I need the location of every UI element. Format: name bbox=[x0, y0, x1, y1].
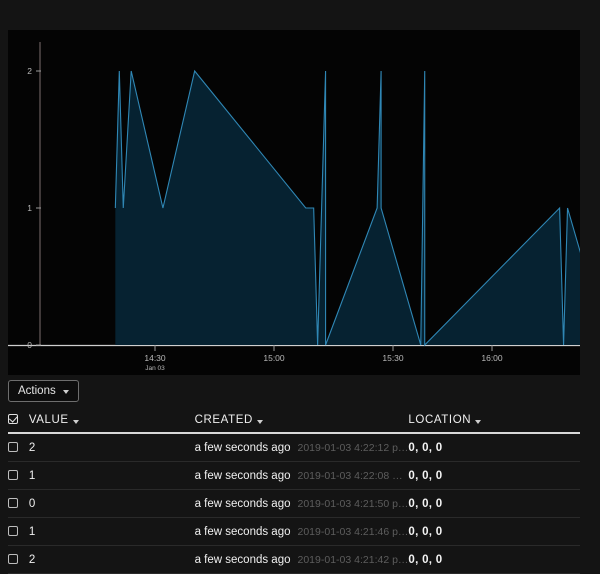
relative-timestamp: a few seconds ago bbox=[195, 470, 291, 482]
cell-value: 1 bbox=[29, 518, 195, 546]
table-row[interactable]: 2 a few seconds ago 2019-01-03 4:22:12 p…0… bbox=[8, 433, 580, 462]
cell-value: 2 bbox=[29, 433, 195, 462]
created-cell-wrap: a few seconds ago 2019-01-03 4:21:46 p… bbox=[195, 526, 409, 538]
row-select-cell[interactable] bbox=[8, 518, 29, 546]
column-header-value[interactable]: VALUE bbox=[29, 410, 195, 433]
location-text: 0, 0, 0 bbox=[408, 554, 442, 566]
row-select-checkbox[interactable] bbox=[8, 554, 18, 564]
x-tick-label-1530: 15:30 bbox=[382, 353, 404, 363]
value-text: 2 bbox=[29, 554, 35, 566]
created-cell-wrap: a few seconds ago 2019-01-03 4:21:50 p… bbox=[195, 498, 409, 510]
table-row[interactable]: 1 a few seconds ago 2019-01-03 4:22:08 … 0,… bbox=[8, 462, 580, 490]
sort-caret-icon[interactable] bbox=[257, 420, 263, 424]
absolute-timestamp: 2019-01-03 4:21:50 p… bbox=[298, 498, 409, 510]
x-tick-label-1600: 16:00 bbox=[481, 353, 503, 363]
created-cell-wrap: a few seconds ago 2019-01-03 4:22:08 … bbox=[195, 470, 409, 482]
row-select-cell[interactable] bbox=[8, 490, 29, 518]
absolute-timestamp: 2019-01-03 4:22:12 p… bbox=[298, 442, 409, 454]
events-table: VALUE CREATED LOCATION 2 a few seconds ag… bbox=[8, 410, 580, 574]
value-text: 1 bbox=[29, 470, 35, 482]
cell-created: a few seconds ago 2019-01-03 4:22:12 p… bbox=[195, 433, 409, 462]
sort-caret-icon[interactable] bbox=[73, 420, 79, 424]
relative-timestamp: a few seconds ago bbox=[195, 442, 291, 454]
x-tick-label-1500: 15:00 bbox=[263, 353, 285, 363]
cell-location: 0, 0, 0 bbox=[408, 490, 580, 518]
table-row[interactable]: 0 a few seconds ago 2019-01-03 4:21:50 p…0… bbox=[8, 490, 580, 518]
actions-button-label: Actions bbox=[18, 380, 56, 402]
chevron-down-icon bbox=[63, 390, 69, 394]
created-cell-wrap: a few seconds ago 2019-01-03 4:22:12 p… bbox=[195, 442, 409, 454]
row-select-cell[interactable] bbox=[8, 546, 29, 574]
column-header-created[interactable]: CREATED bbox=[195, 410, 409, 433]
y-tick-label-1: 1 bbox=[27, 203, 32, 213]
timeseries-chart-panel[interactable]: 2 1 0 14:30 Jan 03 15:00 15:30 16:00 bbox=[8, 30, 580, 375]
cell-value: 0 bbox=[29, 490, 195, 518]
created-cell-wrap: a few seconds ago 2019-01-03 4:21:42 p… bbox=[195, 554, 409, 566]
select-all-header[interactable] bbox=[8, 410, 29, 433]
location-text: 0, 0, 0 bbox=[408, 470, 442, 482]
table-row[interactable]: 1 a few seconds ago 2019-01-03 4:21:46 p…0… bbox=[8, 518, 580, 546]
relative-timestamp: a few seconds ago bbox=[195, 526, 291, 538]
cell-created: a few seconds ago 2019-01-03 4:21:50 p… bbox=[195, 490, 409, 518]
location-text: 0, 0, 0 bbox=[408, 442, 442, 454]
actions-button[interactable]: Actions bbox=[8, 380, 79, 402]
table-header: VALUE CREATED LOCATION bbox=[8, 410, 580, 433]
row-select-checkbox[interactable] bbox=[8, 498, 18, 508]
relative-timestamp: a few seconds ago bbox=[195, 498, 291, 510]
location-text: 0, 0, 0 bbox=[408, 526, 442, 538]
row-select-cell[interactable] bbox=[8, 433, 29, 462]
cell-location: 0, 0, 0 bbox=[408, 433, 580, 462]
y-tick-label-2: 2 bbox=[27, 66, 32, 76]
absolute-timestamp: 2019-01-03 4:21:46 p… bbox=[298, 526, 409, 538]
row-select-checkbox[interactable] bbox=[8, 470, 18, 480]
y-tick-label-0: 0 bbox=[27, 340, 32, 350]
table-header-row: VALUE CREATED LOCATION bbox=[8, 410, 580, 433]
table-body: 2a few seconds ago2019-01-03 4:22:12 p…0… bbox=[8, 433, 580, 574]
cell-value: 2 bbox=[29, 546, 195, 574]
value-text: 2 bbox=[29, 442, 35, 454]
sort-caret-icon[interactable] bbox=[475, 420, 481, 424]
timeseries-chart[interactable]: 2 1 0 14:30 Jan 03 15:00 15:30 16:00 bbox=[8, 30, 580, 375]
app-window: 2 1 0 14:30 Jan 03 15:00 15:30 16:00 Act… bbox=[0, 0, 600, 574]
x-tick-label-1430: 14:30 bbox=[144, 353, 166, 363]
column-header-value-label: VALUE bbox=[29, 414, 69, 426]
cell-location: 0, 0, 0 bbox=[408, 518, 580, 546]
cell-created: a few seconds ago 2019-01-03 4:21:42 p… bbox=[195, 546, 409, 574]
table-row[interactable]: 2 a few seconds ago 2019-01-03 4:21:42 p…0… bbox=[8, 546, 580, 574]
column-header-location[interactable]: LOCATION bbox=[408, 410, 580, 433]
cell-created: a few seconds ago 2019-01-03 4:21:46 p… bbox=[195, 518, 409, 546]
value-text: 1 bbox=[29, 526, 35, 538]
select-all-checkbox[interactable] bbox=[8, 414, 18, 424]
absolute-timestamp: 2019-01-03 4:22:08 … bbox=[298, 470, 403, 482]
row-select-checkbox[interactable] bbox=[8, 442, 18, 452]
relative-timestamp: a few seconds ago bbox=[195, 554, 291, 566]
value-text: 0 bbox=[29, 498, 35, 510]
cell-created: a few seconds ago 2019-01-03 4:22:08 … bbox=[195, 462, 409, 490]
row-select-checkbox[interactable] bbox=[8, 526, 18, 536]
cell-location: 0, 0, 0 bbox=[408, 462, 580, 490]
row-select-cell[interactable] bbox=[8, 462, 29, 490]
absolute-timestamp: 2019-01-03 4:21:42 p… bbox=[298, 554, 409, 566]
location-text: 0, 0, 0 bbox=[408, 498, 442, 510]
cell-location: 0, 0, 0 bbox=[408, 546, 580, 574]
cell-value: 1 bbox=[29, 462, 195, 490]
table-toolbar: Actions bbox=[8, 380, 580, 406]
x-tick-sublabel-date: Jan 03 bbox=[145, 365, 165, 372]
column-header-location-label: LOCATION bbox=[408, 414, 471, 426]
column-header-created-label: CREATED bbox=[195, 414, 253, 426]
